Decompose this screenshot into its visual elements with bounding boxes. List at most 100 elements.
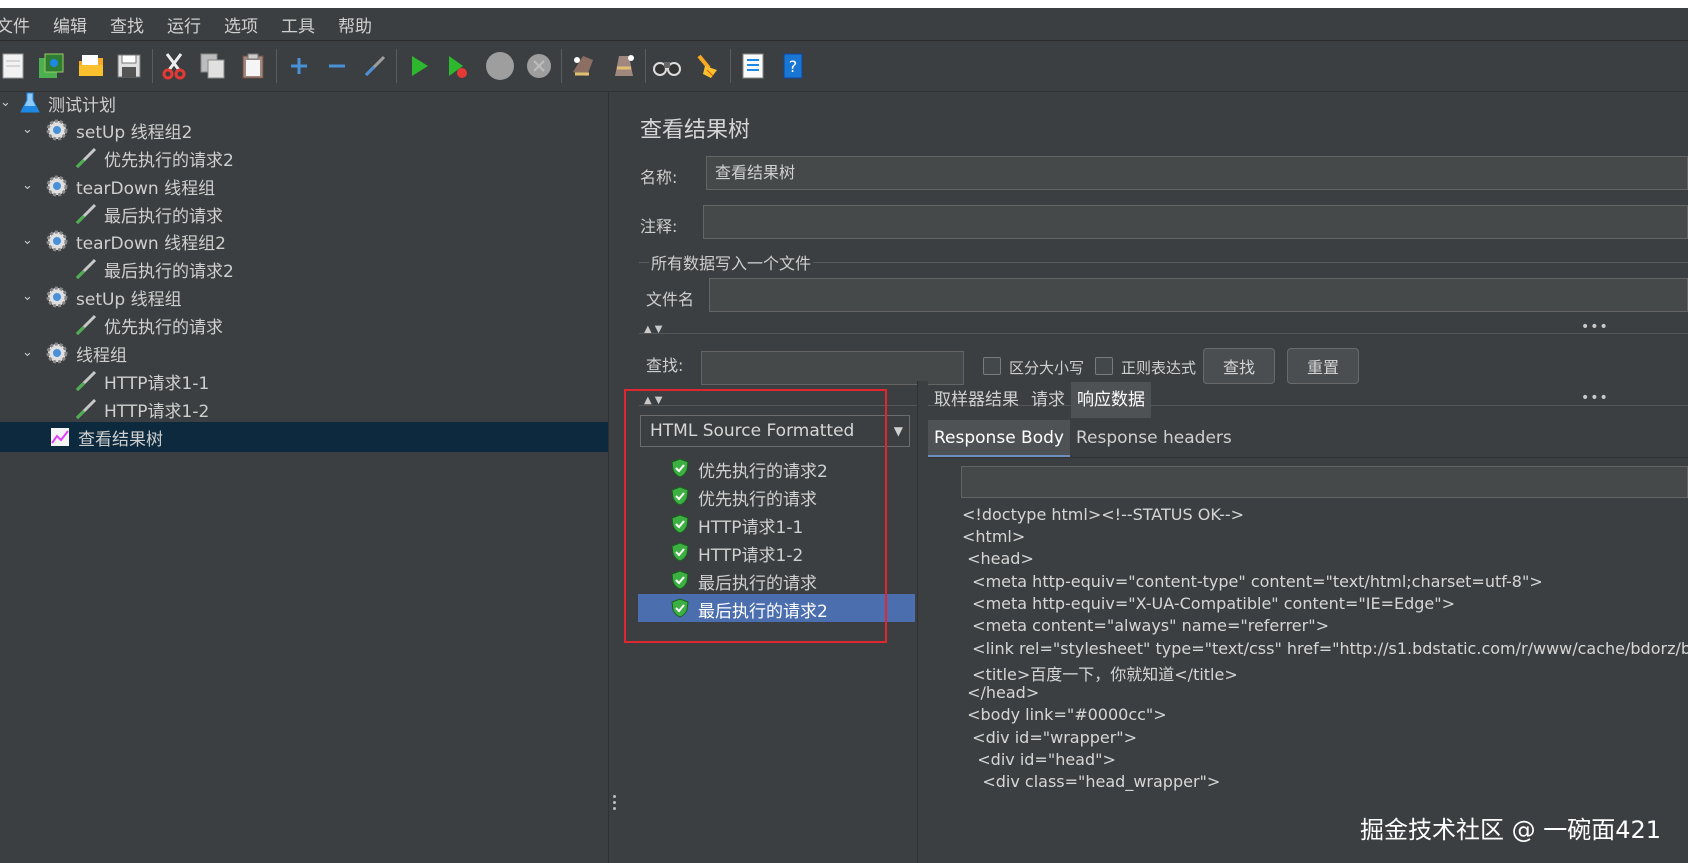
tree-node-listener-selected[interactable]: 查看结果树 bbox=[0, 422, 608, 452]
tree-node-sampler[interactable]: HTTP请求1-1 bbox=[0, 366, 608, 396]
menu-tools[interactable]: 工具 bbox=[281, 12, 315, 37]
tree-node-sampler[interactable]: 优先执行的请求 bbox=[0, 310, 608, 340]
tab-sampler-result[interactable]: 取样器结果 bbox=[928, 382, 1025, 418]
tab-response-headers[interactable]: Response headers bbox=[1070, 420, 1238, 457]
gear-icon bbox=[45, 118, 69, 142]
response-tabs: Response Body Response headers bbox=[928, 420, 1688, 458]
name-label: 名称: bbox=[640, 168, 678, 187]
splitter-dots-icon[interactable]: ••• bbox=[1581, 390, 1609, 406]
clear-icon[interactable] bbox=[568, 51, 598, 81]
filename-field[interactable] bbox=[709, 278, 1688, 312]
regex-checkbox[interactable] bbox=[1095, 357, 1113, 375]
code-line: <div class="head_wrapper"> bbox=[962, 772, 1221, 791]
gear-icon bbox=[45, 229, 69, 253]
help-icon[interactable]: ? bbox=[778, 51, 808, 81]
start-no-pause-icon[interactable] bbox=[442, 51, 472, 81]
case-sensitive-label: 区分大小写 bbox=[1009, 359, 1085, 377]
tree-node-label: 最后执行的请求2 bbox=[104, 262, 234, 282]
menu-edit[interactable]: 编辑 bbox=[53, 12, 87, 37]
code-line: </head> bbox=[962, 683, 1040, 702]
tree-node-thread-group[interactable]: ⌄ setUp 线程组 bbox=[0, 282, 608, 312]
chevron-down-icon[interactable]: ⌄ bbox=[22, 178, 33, 193]
divider-grip bbox=[613, 807, 616, 810]
cut-icon[interactable] bbox=[159, 51, 189, 81]
tree-node-sampler[interactable]: 最后执行的请求 bbox=[0, 199, 608, 229]
copy-icon[interactable] bbox=[198, 51, 228, 81]
tree-node-thread-group[interactable]: ⌄ setUp 线程组2 bbox=[0, 115, 608, 145]
code-line: <html> bbox=[962, 527, 1026, 546]
tree-node-label: 最后执行的请求 bbox=[104, 207, 223, 227]
open-icon[interactable] bbox=[76, 51, 106, 81]
chevron-down-icon[interactable]: ⌄ bbox=[22, 345, 33, 360]
tree-node-label: 优先执行的请求 bbox=[104, 318, 223, 338]
reset-search-icon[interactable] bbox=[692, 51, 722, 81]
case-sensitive-checkbox[interactable] bbox=[983, 357, 1001, 375]
name-field[interactable]: 查看结果树 bbox=[706, 156, 1688, 190]
results-split-divider[interactable] bbox=[917, 381, 928, 863]
sampler-icon bbox=[74, 257, 98, 281]
menu-bar: 文件 编辑 查找 运行 选项 工具 帮助 bbox=[0, 8, 1688, 41]
menu-run[interactable]: 运行 bbox=[167, 12, 201, 37]
code-line: <div id="head"> bbox=[962, 750, 1116, 769]
tree-node-label: tearDown 线程组2 bbox=[76, 234, 226, 254]
chevron-down-icon[interactable]: ⌄ bbox=[22, 289, 33, 304]
reset-button[interactable]: 重置 bbox=[1287, 348, 1359, 384]
file-section-title: 所有数据写入一个文件 bbox=[649, 250, 814, 274]
shutdown-icon[interactable] bbox=[524, 51, 554, 81]
tree-node-label: 查看结果树 bbox=[78, 430, 163, 450]
view-results-tree-panel: 查看结果树 名称: 查看结果树 注释: 所有数据写入一个文件 文件名 ▲▼ ••… bbox=[621, 92, 1688, 863]
clear-all-icon[interactable] bbox=[608, 51, 638, 81]
comment-field[interactable] bbox=[703, 205, 1688, 239]
search-label: 查找: bbox=[646, 356, 684, 375]
tree-node-thread-group[interactable]: ⌄ tearDown 线程组2 bbox=[0, 226, 608, 256]
tree-node-sampler[interactable]: HTTP请求1-2 bbox=[0, 394, 608, 424]
code-line: <meta content="always" name="referrer"> bbox=[962, 616, 1329, 635]
new-icon[interactable] bbox=[0, 51, 28, 81]
expand-icon[interactable] bbox=[284, 51, 314, 81]
split-pane-divider[interactable] bbox=[608, 92, 622, 863]
response-search-input[interactable] bbox=[961, 466, 1688, 498]
test-plan-tree: ⌄ 测试计划 ⌄ setUp 线程组2 优先执行的请求2 ⌄ tearDown … bbox=[0, 92, 608, 863]
menu-options[interactable]: 选项 bbox=[224, 12, 258, 37]
tree-node-test-plan[interactable]: ⌄ 测试计划 bbox=[0, 88, 608, 118]
tab-response-body[interactable]: Response Body bbox=[928, 420, 1070, 457]
sampler-icon bbox=[74, 397, 98, 421]
chevron-down-icon: ▼ bbox=[893, 424, 903, 438]
svg-text:?: ? bbox=[789, 57, 798, 76]
highlight-annotation-box bbox=[624, 389, 887, 643]
tree-node-label: 测试计划 bbox=[48, 96, 116, 116]
tree-node-label: 线程组 bbox=[76, 346, 127, 366]
function-helper-icon[interactable] bbox=[738, 51, 768, 81]
collapse-icon[interactable] bbox=[322, 51, 352, 81]
menu-file[interactable]: 文件 bbox=[0, 12, 30, 37]
tree-node-thread-group[interactable]: ⌄ tearDown 线程组 bbox=[0, 171, 608, 201]
toolbar: ? bbox=[0, 41, 1688, 92]
code-line: <!doctype html><!--STATUS OK--> bbox=[962, 505, 1245, 524]
search-input[interactable] bbox=[701, 351, 964, 385]
chevron-down-icon[interactable]: ⌄ bbox=[0, 95, 11, 110]
find-button[interactable]: 查找 bbox=[1203, 348, 1275, 384]
stop-icon[interactable] bbox=[482, 51, 518, 81]
chevron-down-icon[interactable]: ⌄ bbox=[22, 233, 33, 248]
result-tabs: 取样器结果 请求 响应数据 bbox=[928, 382, 1151, 418]
start-icon[interactable] bbox=[404, 51, 434, 81]
code-line: <meta http-equiv="content-type" content=… bbox=[962, 572, 1543, 591]
tab-request[interactable]: 请求 bbox=[1025, 382, 1071, 418]
toolbar-separator bbox=[730, 49, 731, 83]
toggle-icon[interactable] bbox=[360, 51, 390, 81]
tree-node-sampler[interactable]: 优先执行的请求2 bbox=[0, 143, 608, 173]
sampler-icon bbox=[74, 146, 98, 170]
tree-node-thread-group[interactable]: ⌄ 线程组 bbox=[0, 338, 608, 368]
tab-response-data[interactable]: 响应数据 bbox=[1071, 382, 1151, 418]
menu-search[interactable]: 查找 bbox=[110, 12, 144, 37]
templates-icon[interactable] bbox=[36, 51, 66, 81]
gear-icon bbox=[45, 341, 69, 365]
sampler-icon bbox=[74, 369, 98, 393]
tree-node-sampler[interactable]: 最后执行的请求2 bbox=[0, 254, 608, 284]
chevron-down-icon[interactable]: ⌄ bbox=[22, 122, 33, 137]
paste-icon[interactable] bbox=[238, 51, 268, 81]
search-icon[interactable] bbox=[652, 51, 682, 81]
code-line: <meta http-equiv="X-UA-Compatible" conte… bbox=[962, 594, 1456, 613]
menu-help[interactable]: 帮助 bbox=[338, 12, 372, 37]
save-icon[interactable] bbox=[114, 51, 144, 81]
